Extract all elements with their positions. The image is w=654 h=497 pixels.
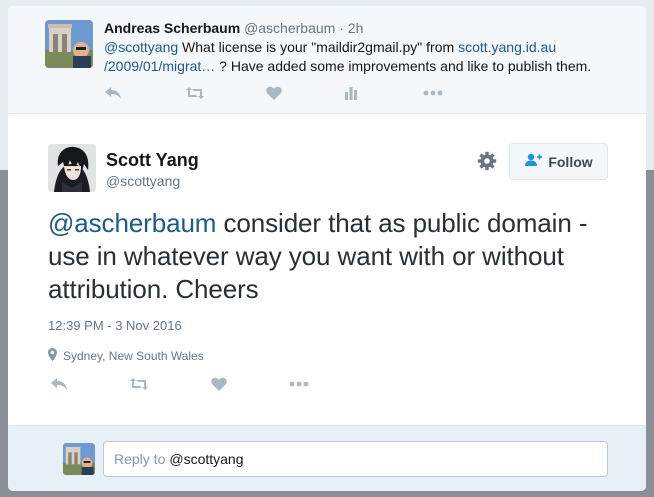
reply-icon[interactable] xyxy=(50,377,68,391)
author-name[interactable]: Andreas Scherbaum xyxy=(104,20,240,36)
parent-tweet[interactable]: Andreas Scherbaum @ascherbaum · 2h @scot… xyxy=(8,6,646,114)
parent-tweet-header: Andreas Scherbaum @ascherbaum · 2h xyxy=(104,20,363,36)
avatar[interactable] xyxy=(45,20,93,68)
reply-input[interactable]: Reply to @scottyang xyxy=(103,441,608,477)
follow-button-label: Follow xyxy=(548,153,593,170)
separator: · xyxy=(339,20,344,36)
tweet-location[interactable]: Sydney, New South Wales xyxy=(48,348,204,364)
more-icon[interactable] xyxy=(289,380,309,388)
url-link-line1: scott.yang.id.au xyxy=(458,39,557,55)
avatar[interactable] xyxy=(48,144,96,192)
location-label: Sydney, New South Wales xyxy=(63,349,204,363)
like-icon[interactable] xyxy=(265,85,283,101)
mention-link[interactable]: @scottyang xyxy=(104,39,178,55)
analytics-icon[interactable] xyxy=(343,85,359,101)
reply-prefix: Reply to xyxy=(114,451,166,467)
tweet-text-part: ? Have added some improvements and like … xyxy=(215,58,592,74)
location-pin-icon xyxy=(48,348,57,364)
avatar xyxy=(63,443,95,475)
add-user-icon xyxy=(524,153,543,170)
retweet-icon[interactable] xyxy=(129,377,149,391)
tweet-permalink-card: Andreas Scherbaum @ascherbaum · 2h @scot… xyxy=(8,6,646,491)
author-handle[interactable]: @scottyang xyxy=(106,173,180,189)
reply-box: Reply to @scottyang xyxy=(8,425,646,491)
tweet-text-part: What license is your "maildir2gmail.py" … xyxy=(178,39,459,55)
tweet-text: @ascherbaum consider that as public doma… xyxy=(48,207,608,306)
author-handle[interactable]: @ascherbaum xyxy=(244,20,335,36)
follow-button[interactable]: Follow xyxy=(509,143,608,180)
reply-icon[interactable] xyxy=(104,86,122,100)
mention-link[interactable]: @ascherbaum xyxy=(48,208,216,238)
author-name[interactable]: Scott Yang xyxy=(106,150,199,171)
like-icon[interactable] xyxy=(210,376,228,392)
tweet-timestamp[interactable]: 12:39 PM - 3 Nov 2016 xyxy=(48,318,182,333)
gear-icon[interactable] xyxy=(477,151,497,171)
retweet-icon[interactable] xyxy=(185,86,205,100)
url-link-line2: /2009/01/migrat… xyxy=(104,58,216,74)
tweet-time[interactable]: 2h xyxy=(348,20,364,36)
parent-tweet-text: @scottyang What license is your "maildir… xyxy=(104,38,624,76)
more-icon[interactable] xyxy=(423,89,443,97)
reply-mention: @scottyang xyxy=(169,451,244,467)
